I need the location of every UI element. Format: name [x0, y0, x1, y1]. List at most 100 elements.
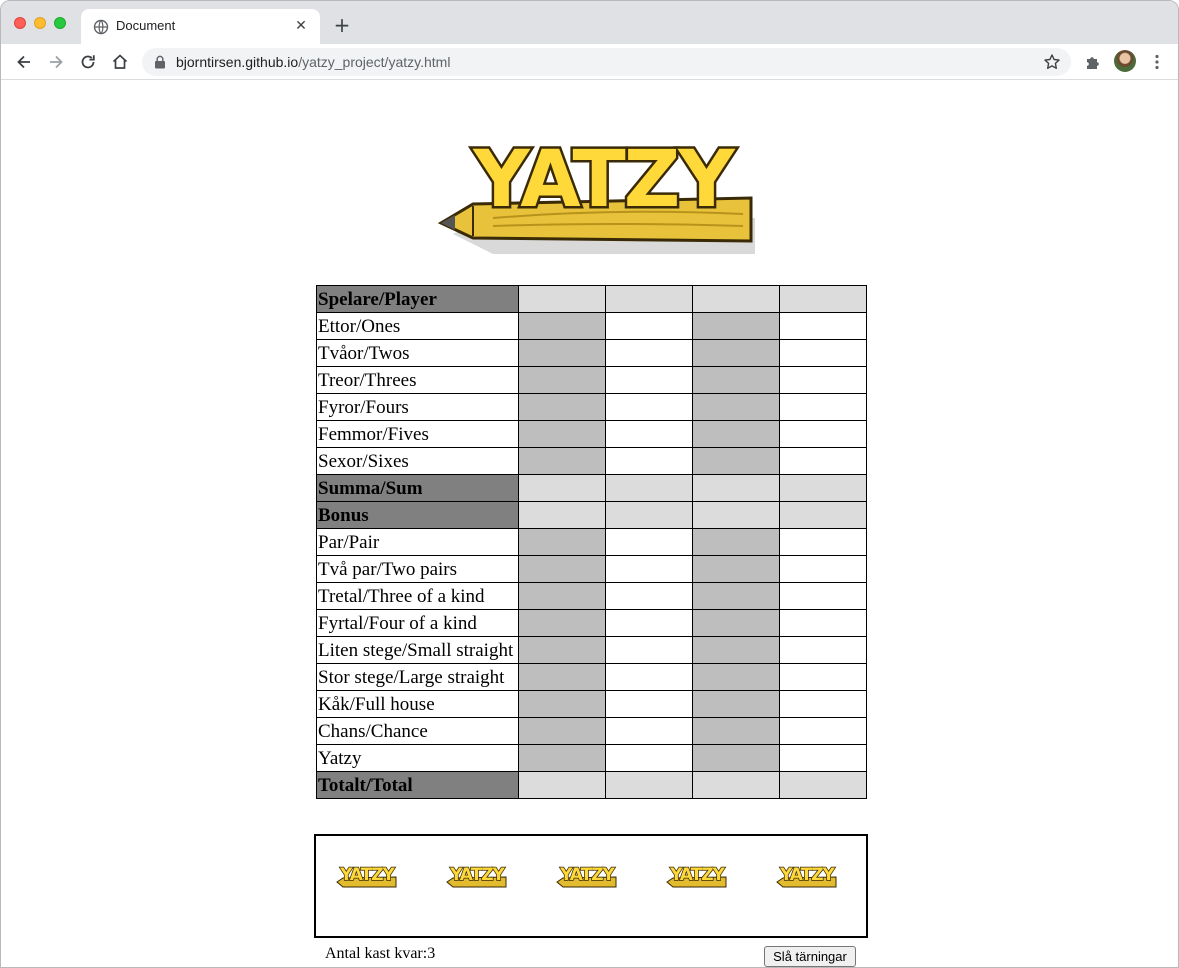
- die-1[interactable]: YATZY: [334, 858, 400, 890]
- score-cell-player-2[interactable]: [605, 555, 693, 583]
- score-cell-player-3[interactable]: [692, 447, 780, 475]
- reload-icon[interactable]: [78, 52, 98, 72]
- score-row-label: Fyrtal/Four of a kind: [316, 609, 519, 637]
- close-tab-icon[interactable]: ✕: [291, 16, 311, 36]
- score-cell-player-1: [518, 285, 606, 313]
- score-row-label: Kåk/Full house: [316, 690, 519, 718]
- bookmark-star-icon[interactable]: [1043, 53, 1061, 71]
- score-cell-player-2[interactable]: [605, 744, 693, 772]
- score-cell-player-4[interactable]: [779, 339, 867, 367]
- score-cell-player-2[interactable]: [605, 447, 693, 475]
- score-cell-player-2: [605, 285, 693, 313]
- score-cell-player-4[interactable]: [779, 555, 867, 583]
- score-cell-player-4[interactable]: [779, 393, 867, 421]
- score-cell-player-4[interactable]: [779, 663, 867, 691]
- die-3[interactable]: YATZY: [554, 858, 620, 890]
- score-cell-player-4[interactable]: [779, 744, 867, 772]
- score-cell-player-2[interactable]: [605, 393, 693, 421]
- url-text: bjorntirsen.github.io/yatzy_project/yatz…: [176, 54, 450, 70]
- score-cell-player-4[interactable]: [779, 690, 867, 718]
- score-cell-player-4: [779, 771, 867, 799]
- score-cell-player-3[interactable]: [692, 636, 780, 664]
- score-cell-player-2[interactable]: [605, 609, 693, 637]
- score-cell-player-1[interactable]: [518, 582, 606, 610]
- score-cell-player-4[interactable]: [779, 717, 867, 745]
- new-tab-button[interactable]: +: [332, 15, 352, 35]
- score-cell-player-3[interactable]: [692, 393, 780, 421]
- roll-dice-button[interactable]: Slå tärningar: [764, 946, 856, 967]
- score-cell-player-1[interactable]: [518, 393, 606, 421]
- score-cell-player-4[interactable]: [779, 312, 867, 340]
- score-cell-player-4[interactable]: [779, 636, 867, 664]
- score-cell-player-4[interactable]: [779, 447, 867, 475]
- score-cell-player-1[interactable]: [518, 366, 606, 394]
- score-cell-player-4[interactable]: [779, 582, 867, 610]
- score-cell-player-3[interactable]: [692, 717, 780, 745]
- score-cell-player-4[interactable]: [779, 609, 867, 637]
- score-row-label: Fyror/Fours: [316, 393, 519, 421]
- rolls-left-text: Antal kast kvar:3: [325, 945, 436, 962]
- score-cell-player-1[interactable]: [518, 636, 606, 664]
- score-cell-player-2[interactable]: [605, 717, 693, 745]
- score-cell-player-3[interactable]: [692, 582, 780, 610]
- yatzy-logo: YATZY: [437, 133, 755, 254]
- address-bar[interactable]: bjorntirsen.github.io/yatzy_project/yatz…: [142, 48, 1071, 76]
- profile-avatar[interactable]: [1114, 50, 1136, 72]
- score-cell-player-2[interactable]: [605, 582, 693, 610]
- score-row-label: Ettor/Ones: [316, 312, 519, 340]
- minimize-window-button[interactable]: [34, 17, 46, 29]
- score-row-label: Tretal/Three of a kind: [316, 582, 519, 610]
- score-cell-player-1[interactable]: [518, 420, 606, 448]
- score-cell-player-3[interactable]: [692, 690, 780, 718]
- die-2[interactable]: YATZY: [444, 858, 510, 890]
- score-cell-player-1[interactable]: [518, 663, 606, 691]
- score-row-label: Spelare/Player: [316, 285, 519, 313]
- score-cell-player-3[interactable]: [692, 420, 780, 448]
- score-cell-player-1[interactable]: [518, 447, 606, 475]
- score-cell-player-2[interactable]: [605, 339, 693, 367]
- score-row-label: Par/Pair: [316, 528, 519, 556]
- score-cell-player-4[interactable]: [779, 366, 867, 394]
- back-icon[interactable]: [14, 52, 34, 72]
- score-cell-player-1[interactable]: [518, 555, 606, 583]
- score-cell-player-4[interactable]: [779, 528, 867, 556]
- close-window-button[interactable]: [14, 17, 26, 29]
- home-icon[interactable]: [110, 52, 130, 72]
- score-cell-player-2[interactable]: [605, 690, 693, 718]
- score-cell-player-2[interactable]: [605, 663, 693, 691]
- score-cell-player-3[interactable]: [692, 555, 780, 583]
- score-cell-player-3[interactable]: [692, 528, 780, 556]
- score-row: Treor/Threes: [316, 366, 867, 394]
- score-cell-player-1[interactable]: [518, 312, 606, 340]
- score-cell-player-4[interactable]: [779, 420, 867, 448]
- die-4[interactable]: YATZY: [664, 858, 730, 890]
- score-cell-player-3[interactable]: [692, 339, 780, 367]
- maximize-window-button[interactable]: [54, 17, 66, 29]
- score-cell-player-1[interactable]: [518, 717, 606, 745]
- score-cell-player-1[interactable]: [518, 528, 606, 556]
- score-cell-player-2[interactable]: [605, 528, 693, 556]
- kebab-menu-icon[interactable]: [1147, 52, 1167, 72]
- score-row-label: Bonus: [316, 501, 519, 529]
- score-cell-player-3[interactable]: [692, 744, 780, 772]
- score-cell-player-2[interactable]: [605, 636, 693, 664]
- score-cell-player-1[interactable]: [518, 339, 606, 367]
- score-cell-player-3[interactable]: [692, 663, 780, 691]
- score-row-label: Tvåor/Twos: [316, 339, 519, 367]
- score-cell-player-2[interactable]: [605, 420, 693, 448]
- score-cell-player-2[interactable]: [605, 312, 693, 340]
- forward-icon[interactable]: [46, 52, 66, 72]
- score-cell-player-3[interactable]: [692, 609, 780, 637]
- die-5[interactable]: YATZY: [774, 858, 840, 890]
- extensions-icon[interactable]: [1083, 52, 1103, 72]
- score-cell-player-3[interactable]: [692, 312, 780, 340]
- score-cell-player-1[interactable]: [518, 744, 606, 772]
- browser-window: Document ✕ + bjorntirsen.github.io/yatzy…: [0, 0, 1179, 968]
- score-cell-player-3[interactable]: [692, 366, 780, 394]
- tab-document[interactable]: Document ✕: [81, 9, 320, 44]
- score-row: Tvåor/Twos: [316, 339, 867, 367]
- score-cell-player-1[interactable]: [518, 609, 606, 637]
- score-row-label: Femmor/Fives: [316, 420, 519, 448]
- score-cell-player-2[interactable]: [605, 366, 693, 394]
- score-cell-player-1[interactable]: [518, 690, 606, 718]
